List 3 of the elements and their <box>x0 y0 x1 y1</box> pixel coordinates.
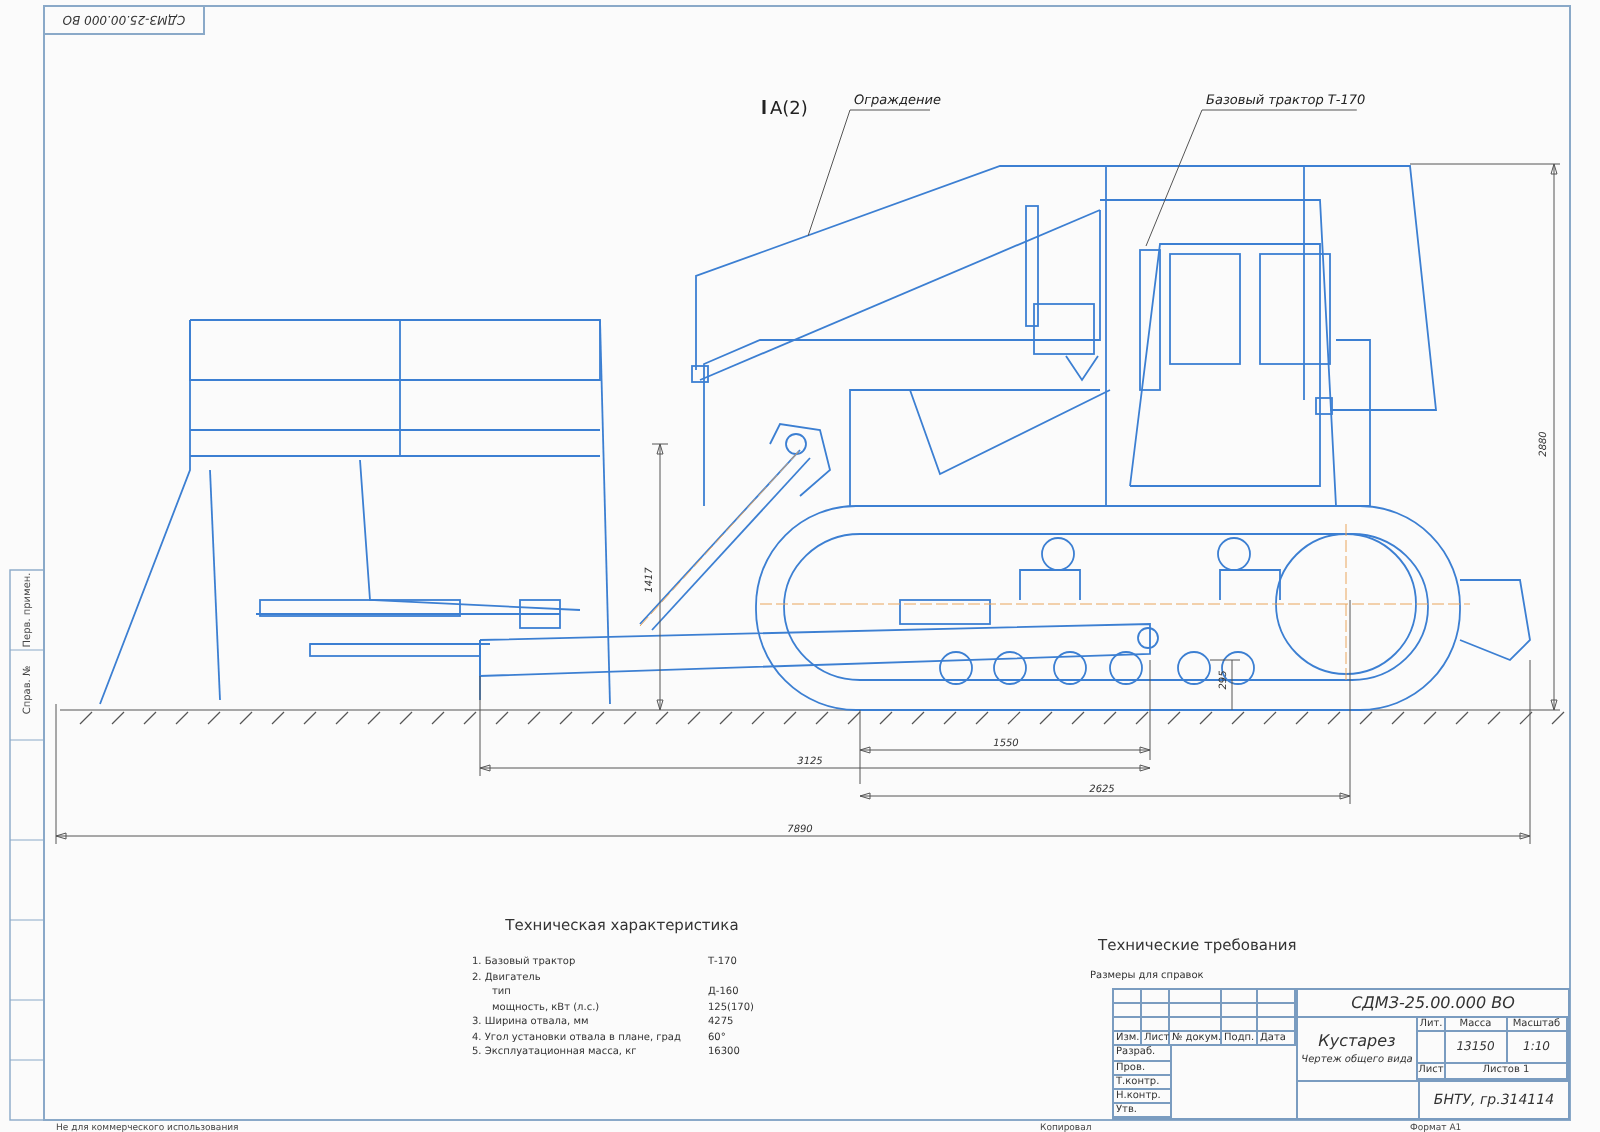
view-label: A(2) <box>770 100 808 120</box>
product-name: Кустарез <box>1318 1032 1396 1050</box>
drawing-code: СДМЗ-25.00.000 ВО <box>1298 990 1568 1018</box>
